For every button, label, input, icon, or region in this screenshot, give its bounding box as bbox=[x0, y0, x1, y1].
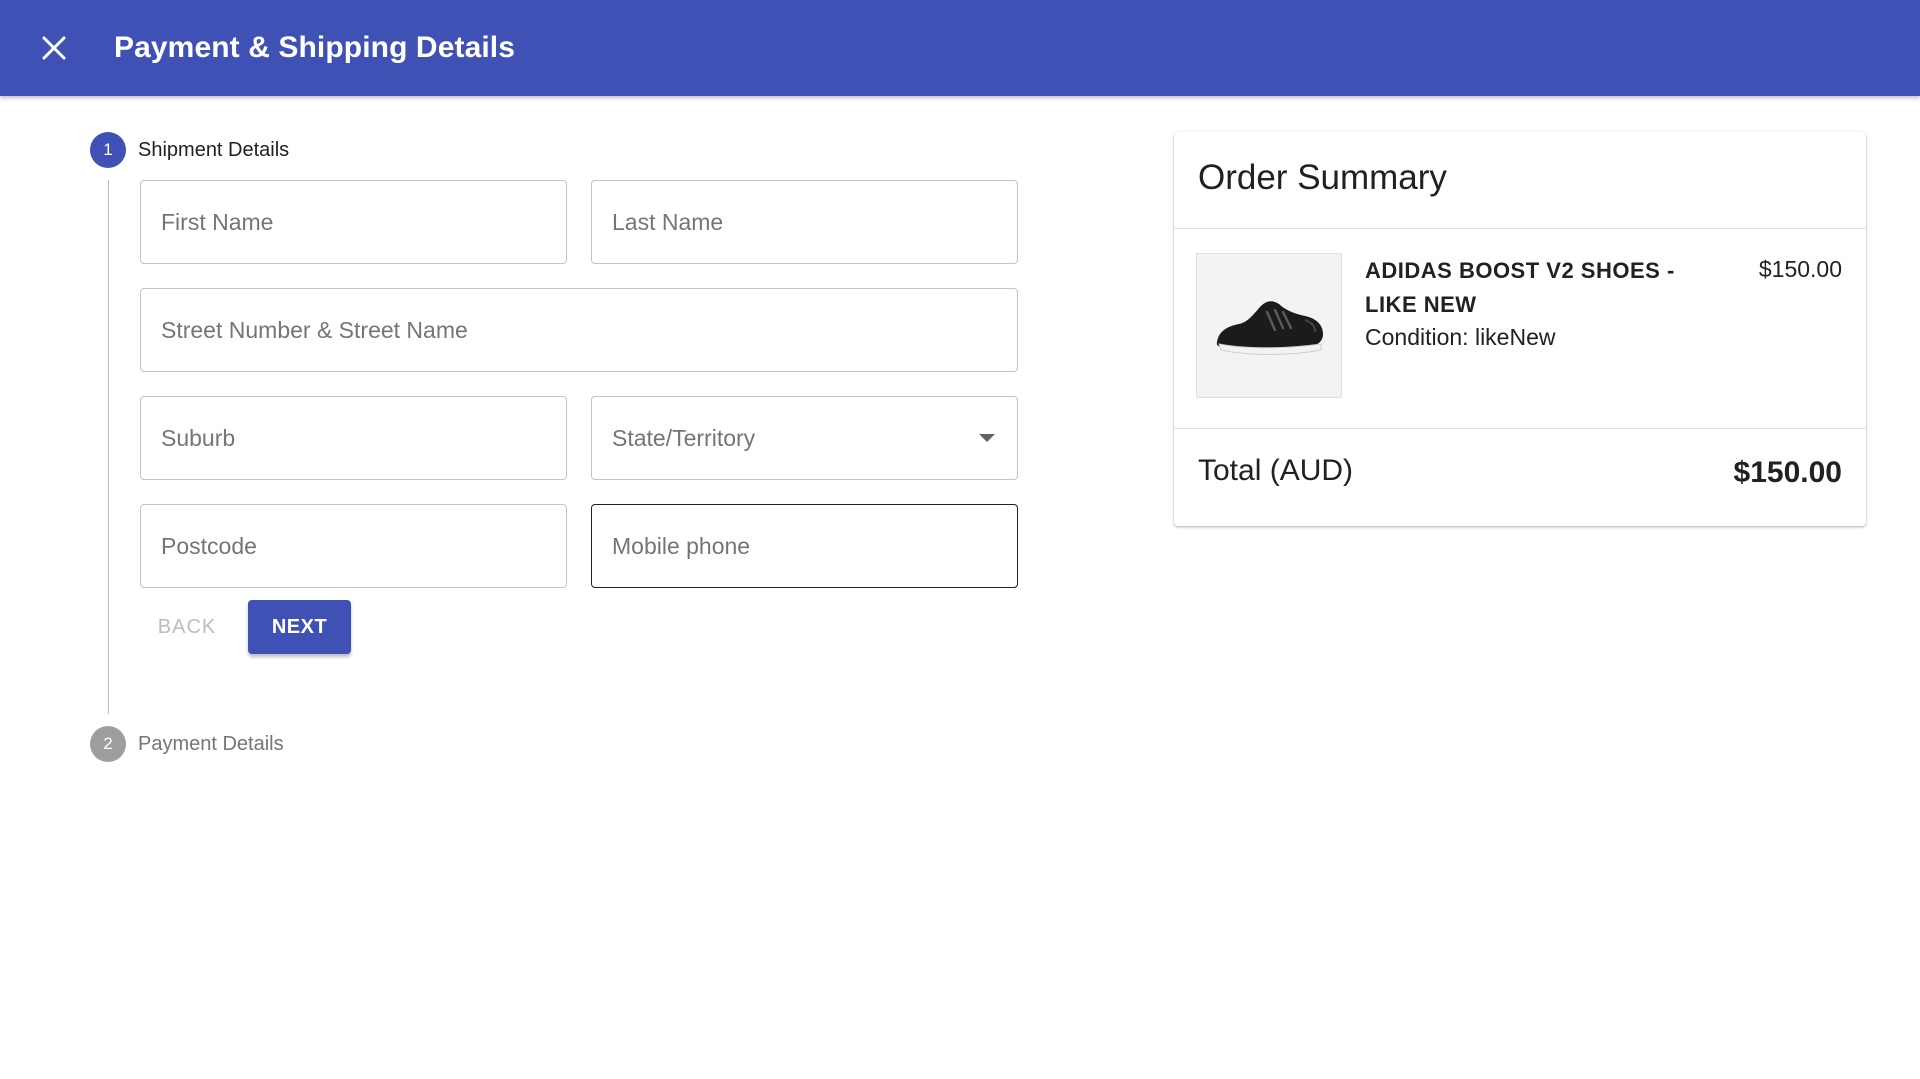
step-1-label: Shipment Details bbox=[138, 139, 290, 161]
first-name-input[interactable] bbox=[141, 181, 566, 263]
last-name-input[interactable] bbox=[592, 181, 1017, 263]
street-field[interactable] bbox=[140, 288, 1018, 372]
item-name: ADIDAS BOOST V2 SHOES - LIKE NEW bbox=[1365, 258, 1675, 317]
summary-divider bbox=[1174, 428, 1866, 429]
state-select-placeholder: State/Territory bbox=[612, 424, 756, 451]
street-input[interactable] bbox=[141, 289, 1017, 371]
suburb-input[interactable] bbox=[141, 397, 566, 479]
item-condition: Condition: likeNew bbox=[1365, 324, 1556, 350]
first-name-field[interactable] bbox=[140, 180, 567, 264]
state-select[interactable]: State/Territory bbox=[591, 396, 1018, 480]
item-price: $150.00 bbox=[1758, 256, 1842, 282]
mobile-phone-input[interactable] bbox=[592, 505, 1017, 587]
shoe-image bbox=[1196, 253, 1342, 398]
total-label: Total (AUD) bbox=[1198, 454, 1354, 487]
order-summary-card: Order Summary ADIDAS BOOST V2 SHOES - LI… bbox=[1174, 132, 1866, 526]
page-title: Payment & Shipping Details bbox=[114, 31, 516, 64]
suburb-field[interactable] bbox=[140, 396, 567, 480]
shoe-icon bbox=[1216, 300, 1323, 355]
postcode-input[interactable] bbox=[141, 505, 566, 587]
next-button[interactable]: NEXT bbox=[248, 600, 351, 654]
app-bar: Payment & Shipping Details bbox=[0, 0, 1920, 96]
postcode-field[interactable] bbox=[140, 504, 567, 588]
close-button[interactable] bbox=[30, 24, 78, 72]
order-summary-title: Order Summary bbox=[1198, 158, 1447, 197]
step-connector bbox=[108, 180, 109, 714]
step-2-label[interactable]: Payment Details bbox=[138, 726, 284, 762]
back-button[interactable]: BACK bbox=[142, 600, 232, 654]
order-summary-header: Order Summary bbox=[1174, 132, 1866, 229]
step-2-icon: 2 bbox=[90, 726, 126, 762]
close-icon bbox=[42, 36, 66, 60]
total-value: $150.00 bbox=[1733, 456, 1842, 489]
step-1-icon: 1 bbox=[90, 132, 126, 168]
dropdown-arrow-icon bbox=[979, 434, 995, 442]
last-name-field[interactable] bbox=[591, 180, 1018, 264]
mobile-phone-field[interactable] bbox=[591, 504, 1018, 588]
